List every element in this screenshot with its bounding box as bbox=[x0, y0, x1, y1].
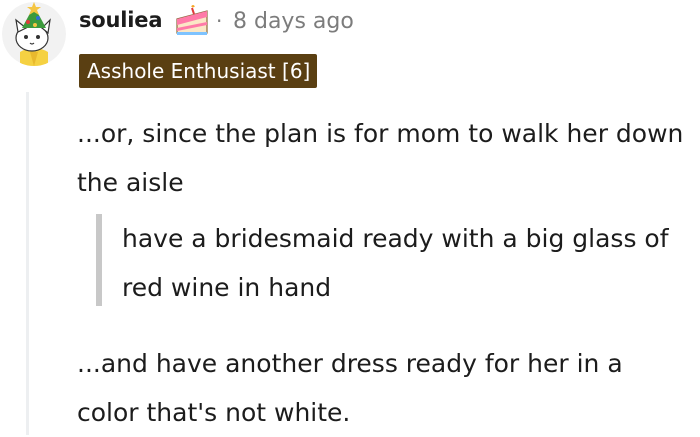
user-flair: Asshole Enthusiast [6] bbox=[79, 54, 318, 88]
comment-paragraph: ...or, since the plan is for mom to walk… bbox=[77, 119, 684, 197]
blockquote-bar bbox=[96, 214, 102, 306]
snoo-avatar-icon bbox=[2, 2, 66, 66]
timestamp[interactable]: 8 days ago bbox=[233, 9, 354, 34]
cake-day-icon bbox=[174, 5, 210, 39]
thread-line[interactable] bbox=[26, 92, 29, 435]
blockquote-text: have a bridesmaid ready with a big glass… bbox=[122, 224, 669, 302]
avatar[interactable] bbox=[2, 2, 66, 66]
username[interactable]: souliea bbox=[79, 8, 162, 32]
comment-paragraph: ...and have another dress ready for her … bbox=[77, 349, 623, 427]
meta-separator: · bbox=[216, 9, 223, 33]
